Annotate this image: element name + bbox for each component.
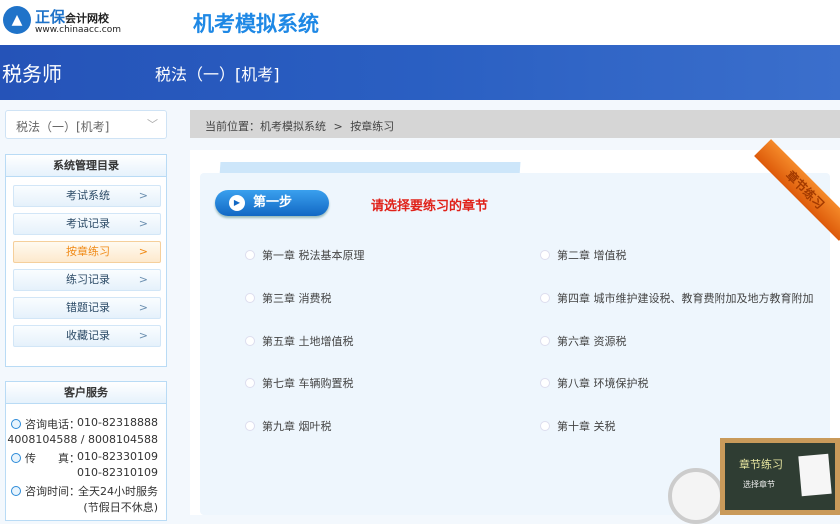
breadcrumb-prefix: 当前位置：	[205, 120, 260, 133]
fax-label: 传 真：	[25, 452, 80, 465]
menu-item-label: 考试记录	[66, 217, 110, 230]
radio-button[interactable]	[540, 378, 550, 388]
instruction-text: 请选择要练习的章节	[371, 199, 489, 214]
chapter-label: 第六章 资源税	[557, 335, 627, 348]
system-title: 机考模拟系统	[193, 12, 319, 36]
chapter-label: 第四章 城市维护建设税、教育费附加及地方教育附加	[557, 292, 814, 305]
menu-item-label: 错题记录	[66, 301, 110, 314]
service-note: (节假日不休息)	[83, 501, 158, 514]
service-title: 客户服务	[6, 382, 166, 404]
breadcrumb-link[interactable]: 机考模拟系统	[260, 120, 326, 133]
subject-select-value: 税法（一）[机考]	[16, 120, 110, 134]
menu-item-label: 收藏记录	[66, 329, 110, 342]
phone-icon	[11, 419, 21, 429]
radio-button[interactable]	[245, 378, 255, 388]
note-paper-illustration	[798, 453, 832, 497]
chapter-option-5[interactable]: 第五章 土地增值税	[245, 333, 354, 349]
subject-select[interactable]: 税法（一）[机考] ﹀	[5, 110, 167, 139]
radio-button[interactable]	[245, 336, 255, 346]
chapter-option-4[interactable]: 第四章 城市维护建设税、教育费附加及地方教育附加	[540, 290, 814, 306]
clock-illustration	[668, 468, 724, 524]
logo-icon: ▲	[3, 6, 31, 34]
logo[interactable]: 正保会计网校	[35, 6, 109, 27]
chapter-label: 第九章 烟叶税	[262, 420, 332, 433]
top-header	[0, 0, 840, 45]
breadcrumb: 当前位置：机考模拟系统 > 按章练习	[190, 110, 840, 138]
breadcrumb-separator: >	[333, 120, 343, 133]
clock-icon	[11, 486, 21, 496]
chevron-right-icon: >	[138, 329, 148, 342]
radio-button[interactable]	[540, 421, 550, 431]
menu-item-wrong-records[interactable]: 错题记录 >	[13, 297, 161, 319]
radio-button[interactable]	[540, 293, 550, 303]
menu-item-label: 按章练习	[66, 245, 110, 258]
radio-button[interactable]	[245, 421, 255, 431]
chapter-option-2[interactable]: 第二章 增值税	[540, 247, 627, 263]
menu-title: 系统管理目录	[6, 155, 166, 177]
menu-item-label: 考试系统	[66, 189, 110, 202]
phone-label: 咨询电话：	[25, 418, 80, 431]
chapter-label: 第二章 增值税	[557, 249, 627, 262]
chevron-right-icon: >	[138, 245, 148, 258]
menu-item-favorites[interactable]: 收藏记录 >	[13, 325, 161, 347]
phone-number: 010-82318888	[77, 416, 158, 429]
logo-url: www.chinaacc.com	[35, 25, 121, 35]
chapter-option-7[interactable]: 第七章 车辆购置税	[245, 375, 354, 391]
breadcrumb-current: 按章练习	[350, 120, 395, 133]
chapter-label: 第七章 车辆购置税	[262, 377, 354, 390]
chapter-label: 第十章 关税	[557, 420, 616, 433]
menu-item-label: 练习记录	[66, 273, 110, 286]
board-subtitle: 选择章节	[743, 480, 775, 489]
radio-button[interactable]	[245, 293, 255, 303]
step-one-button: ▶ 第一步	[215, 190, 329, 216]
radio-button[interactable]	[540, 250, 550, 260]
fax-number: 010-82330109	[77, 450, 158, 463]
chevron-right-icon: >	[138, 189, 148, 202]
chapter-label: 第八章 环境保护税	[557, 377, 649, 390]
exam-category: 税务师	[2, 62, 62, 86]
chapter-option-1[interactable]: 第一章 税法基本原理	[245, 247, 365, 263]
exam-subject: 税法（一）[机考]	[155, 65, 280, 84]
chapter-option-8[interactable]: 第八章 环境保护税	[540, 375, 649, 391]
board-title: 章节练习	[739, 458, 783, 471]
chapter-option-9[interactable]: 第九章 烟叶税	[245, 418, 332, 434]
menu-item-practice-records[interactable]: 练习记录 >	[13, 269, 161, 291]
step-label: 第一步	[253, 195, 293, 210]
chapter-option-3[interactable]: 第三章 消费税	[245, 290, 332, 306]
chapter-label: 第三章 消费税	[262, 292, 332, 305]
chevron-right-icon: >	[138, 301, 148, 314]
play-icon: ▶	[229, 195, 245, 211]
service-hours: 全天24小时服务	[78, 485, 158, 498]
chevron-down-icon: ﹀	[147, 118, 158, 131]
radio-button[interactable]	[540, 336, 550, 346]
chevron-right-icon: >	[138, 273, 148, 286]
radio-button[interactable]	[245, 250, 255, 260]
chapter-option-6[interactable]: 第六章 资源税	[540, 333, 627, 349]
logo-sub: 会计网校	[65, 12, 110, 25]
menu-item-exam-records[interactable]: 考试记录 >	[13, 213, 161, 235]
menu-item-exam-system[interactable]: 考试系统 >	[13, 185, 161, 207]
chapter-label: 第一章 税法基本原理	[262, 249, 365, 262]
chapter-option-10[interactable]: 第十章 关税	[540, 418, 616, 434]
menu-item-chapter-practice[interactable]: 按章练习 >	[13, 241, 161, 263]
banner	[0, 45, 840, 100]
hotline-numbers: 4008104588 / 8008104588	[7, 433, 158, 446]
fax-number-2: 010-82310109	[77, 466, 158, 479]
fax-icon	[11, 453, 21, 463]
time-label: 咨询时间：	[25, 485, 80, 498]
chapter-label: 第五章 土地增值税	[262, 335, 354, 348]
customer-service: 客户服务 咨询电话： 010-82318888 4008104588 / 800…	[5, 381, 167, 521]
chevron-right-icon: >	[138, 217, 148, 230]
logo-brand: 正保	[35, 8, 66, 26]
system-menu: 系统管理目录 考试系统 > 考试记录 > 按章练习 > 练习记录 > 错题记录 > 收藏记…	[5, 154, 167, 367]
